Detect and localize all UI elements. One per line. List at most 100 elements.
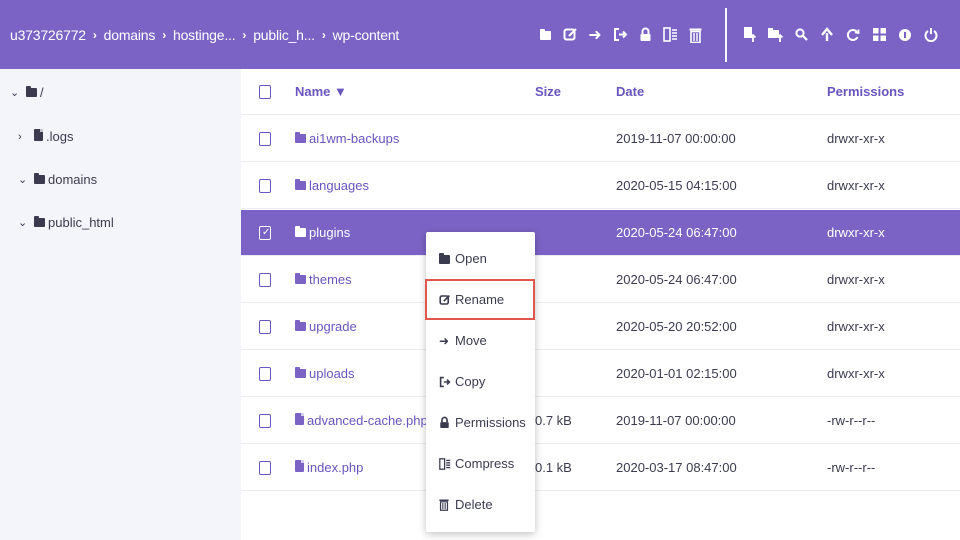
permissions-column-header[interactable]: Permissions <box>827 84 904 99</box>
table-row[interactable]: upgrade 2020-05-20 20:52:00 drwxr-xr-x <box>241 304 960 350</box>
table-header: Name ▼ Size Date Permissions <box>241 69 960 115</box>
file-stack-icon <box>34 129 43 144</box>
tree-item-public-html[interactable]: ⌄ public_html <box>18 215 114 230</box>
refresh-icon[interactable] <box>841 23 865 47</box>
table-row[interactable]: themes 2020-05-24 06:47:00 drwxr-xr-x <box>241 257 960 303</box>
file-name-cell: plugins <box>295 225 350 240</box>
row-checkbox-checked[interactable]: ✓ <box>259 225 271 240</box>
grid-view-icon[interactable] <box>867 23 891 47</box>
table-row[interactable]: uploads 2020-01-01 02:15:00 drwxr-xr-x <box>241 351 960 397</box>
date-column-header[interactable]: Date <box>616 84 644 99</box>
file-date: 2019-11-07 00:00:00 <box>616 131 736 146</box>
toolbar-divider <box>725 7 727 62</box>
folder-open-icon <box>34 172 45 187</box>
file-name[interactable]: upgrade <box>309 319 357 334</box>
breadcrumb-item-user[interactable]: u373726772 <box>10 27 86 43</box>
file-name[interactable]: index.php <box>307 460 363 475</box>
move-icon[interactable]: ➜ <box>583 23 607 47</box>
menu-item-label: Delete <box>455 497 493 512</box>
folder-icon <box>295 366 306 381</box>
new-folder-icon[interactable] <box>533 23 557 47</box>
copy-icon <box>439 376 453 388</box>
table-row[interactable]: index.php 0.1 kB 2020-03-17 08:47:00 -rw… <box>241 445 960 491</box>
rename-icon[interactable] <box>558 23 582 47</box>
row-checkbox[interactable] <box>259 131 271 146</box>
file-permissions: -rw-r--r-- <box>827 413 876 428</box>
file-date: 2020-05-24 06:47:00 <box>616 225 737 240</box>
file-name-cell: themes <box>295 272 352 287</box>
menu-item-open[interactable]: Open <box>426 238 535 279</box>
breadcrumb-item-hostinger[interactable]: hostinge... <box>173 27 236 43</box>
size-column-header[interactable]: Size <box>535 84 561 99</box>
file-date: 2019-11-07 00:00:00 <box>616 413 736 428</box>
tree-item-label: public_html <box>48 215 114 230</box>
tree-item-root[interactable]: ⌄ / <box>10 85 44 100</box>
menu-item-rename[interactable]: Rename <box>425 279 535 320</box>
compress-icon[interactable] <box>658 23 682 47</box>
chevron-down-icon[interactable]: ⌄ <box>18 216 34 229</box>
file-name[interactable]: uploads <box>309 366 355 381</box>
copy-icon[interactable] <box>608 23 632 47</box>
folder-icon <box>295 178 306 193</box>
file-name[interactable]: plugins <box>309 225 350 240</box>
permissions-lock-icon[interactable] <box>633 23 657 47</box>
file-date: 2020-01-01 02:15:00 <box>616 366 737 381</box>
select-all-checkbox[interactable] <box>259 84 271 99</box>
chevron-down-icon[interactable]: ⌄ <box>10 86 26 99</box>
chevron-right-icon[interactable]: › <box>18 131 34 143</box>
file-date: 2020-05-24 06:47:00 <box>616 272 737 287</box>
file-name[interactable]: languages <box>309 178 369 193</box>
row-checkbox[interactable] <box>259 272 271 287</box>
file-name[interactable]: advanced-cache.php <box>307 413 428 428</box>
file-name[interactable]: themes <box>309 272 352 287</box>
file-name[interactable]: ai1wm-backups <box>309 131 399 146</box>
table-row[interactable]: ai1wm-backups 2019-11-07 00:00:00 drwxr-… <box>241 116 960 162</box>
file-icon <box>295 460 304 475</box>
directory-tree: ⌄ / › .logs ⌄ domains ⌄ public_html <box>0 69 241 540</box>
lock-icon <box>439 416 453 429</box>
chevron-right-icon: › <box>162 27 166 42</box>
breadcrumb-item-wp-content[interactable]: wp-content <box>333 27 400 43</box>
info-icon[interactable] <box>893 23 917 47</box>
menu-item-copy[interactable]: Copy <box>426 361 535 402</box>
chevron-down-icon[interactable]: ⌄ <box>18 173 34 186</box>
breadcrumb-item-domains[interactable]: domains <box>104 27 156 43</box>
name-column-header[interactable]: Name ▼ <box>295 84 347 99</box>
tree-item-domains[interactable]: ⌄ domains <box>18 172 97 187</box>
table-row-selected[interactable]: ✓ plugins 2020-05-24 06:47:00 drwxr-xr-x <box>241 210 960 256</box>
breadcrumb-item-public-html[interactable]: public_h... <box>253 27 315 43</box>
row-checkbox[interactable] <box>259 460 271 475</box>
power-icon[interactable] <box>919 23 943 47</box>
menu-item-move[interactable]: ➜ Move <box>426 320 535 361</box>
file-date: 2020-05-20 20:52:00 <box>616 319 737 334</box>
file-name-cell: ai1wm-backups <box>295 131 399 146</box>
file-size: 0.7 kB <box>535 413 572 428</box>
file-date: 2020-05-15 04:15:00 <box>616 178 737 193</box>
move-arrow-icon: ➜ <box>439 333 450 348</box>
upload-file-icon[interactable] <box>737 23 761 47</box>
menu-item-compress[interactable]: Compress <box>426 443 535 484</box>
row-checkbox[interactable] <box>259 413 271 428</box>
general-actions-toolbar <box>737 0 944 69</box>
upload-folder-icon[interactable] <box>763 23 787 47</box>
menu-item-permissions[interactable]: Permissions <box>426 402 535 443</box>
row-checkbox[interactable] <box>259 319 271 334</box>
search-icon[interactable] <box>789 23 813 47</box>
delete-icon[interactable] <box>683 23 707 47</box>
file-icon <box>295 413 304 428</box>
file-permissions: drwxr-xr-x <box>827 272 885 287</box>
file-name-cell: index.php <box>295 460 363 475</box>
file-name-cell: upgrade <box>295 319 357 334</box>
folder-icon <box>295 131 306 146</box>
menu-item-label: Copy <box>455 374 486 389</box>
tree-item-logs[interactable]: › .logs <box>18 129 73 144</box>
folder-icon <box>295 319 306 334</box>
row-checkbox[interactable] <box>259 366 271 381</box>
tree-item-label: / <box>40 85 44 100</box>
row-checkbox[interactable] <box>259 178 271 193</box>
menu-item-delete[interactable]: Delete <box>426 484 535 525</box>
download-icon[interactable] <box>815 23 839 47</box>
table-row[interactable]: advanced-cache.php 0.7 kB 2019-11-07 00:… <box>241 398 960 444</box>
file-name-cell: advanced-cache.php <box>295 413 428 428</box>
table-row[interactable]: languages 2020-05-15 04:15:00 drwxr-xr-x <box>241 163 960 209</box>
